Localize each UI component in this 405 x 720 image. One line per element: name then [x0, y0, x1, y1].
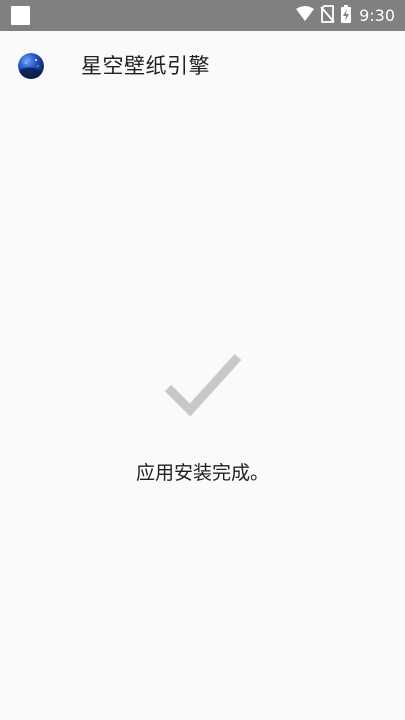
- no-sim-icon: [320, 4, 335, 27]
- checkmark-icon: [163, 350, 243, 420]
- status-icons: 9:30: [296, 0, 395, 31]
- wifi-icon: [296, 5, 315, 26]
- starry-sky-app-icon: [18, 53, 44, 79]
- app-bar: 星空壁纸引擎: [0, 31, 405, 101]
- status-bar: 9:30: [0, 0, 405, 31]
- battery-charging-icon: [341, 4, 352, 27]
- app-title: 星空壁纸引擎: [81, 54, 210, 78]
- install-complete-message: 应用安装完成。: [135, 462, 269, 484]
- notification-square-icon: [11, 6, 30, 25]
- status-time: 9:30: [359, 6, 395, 25]
